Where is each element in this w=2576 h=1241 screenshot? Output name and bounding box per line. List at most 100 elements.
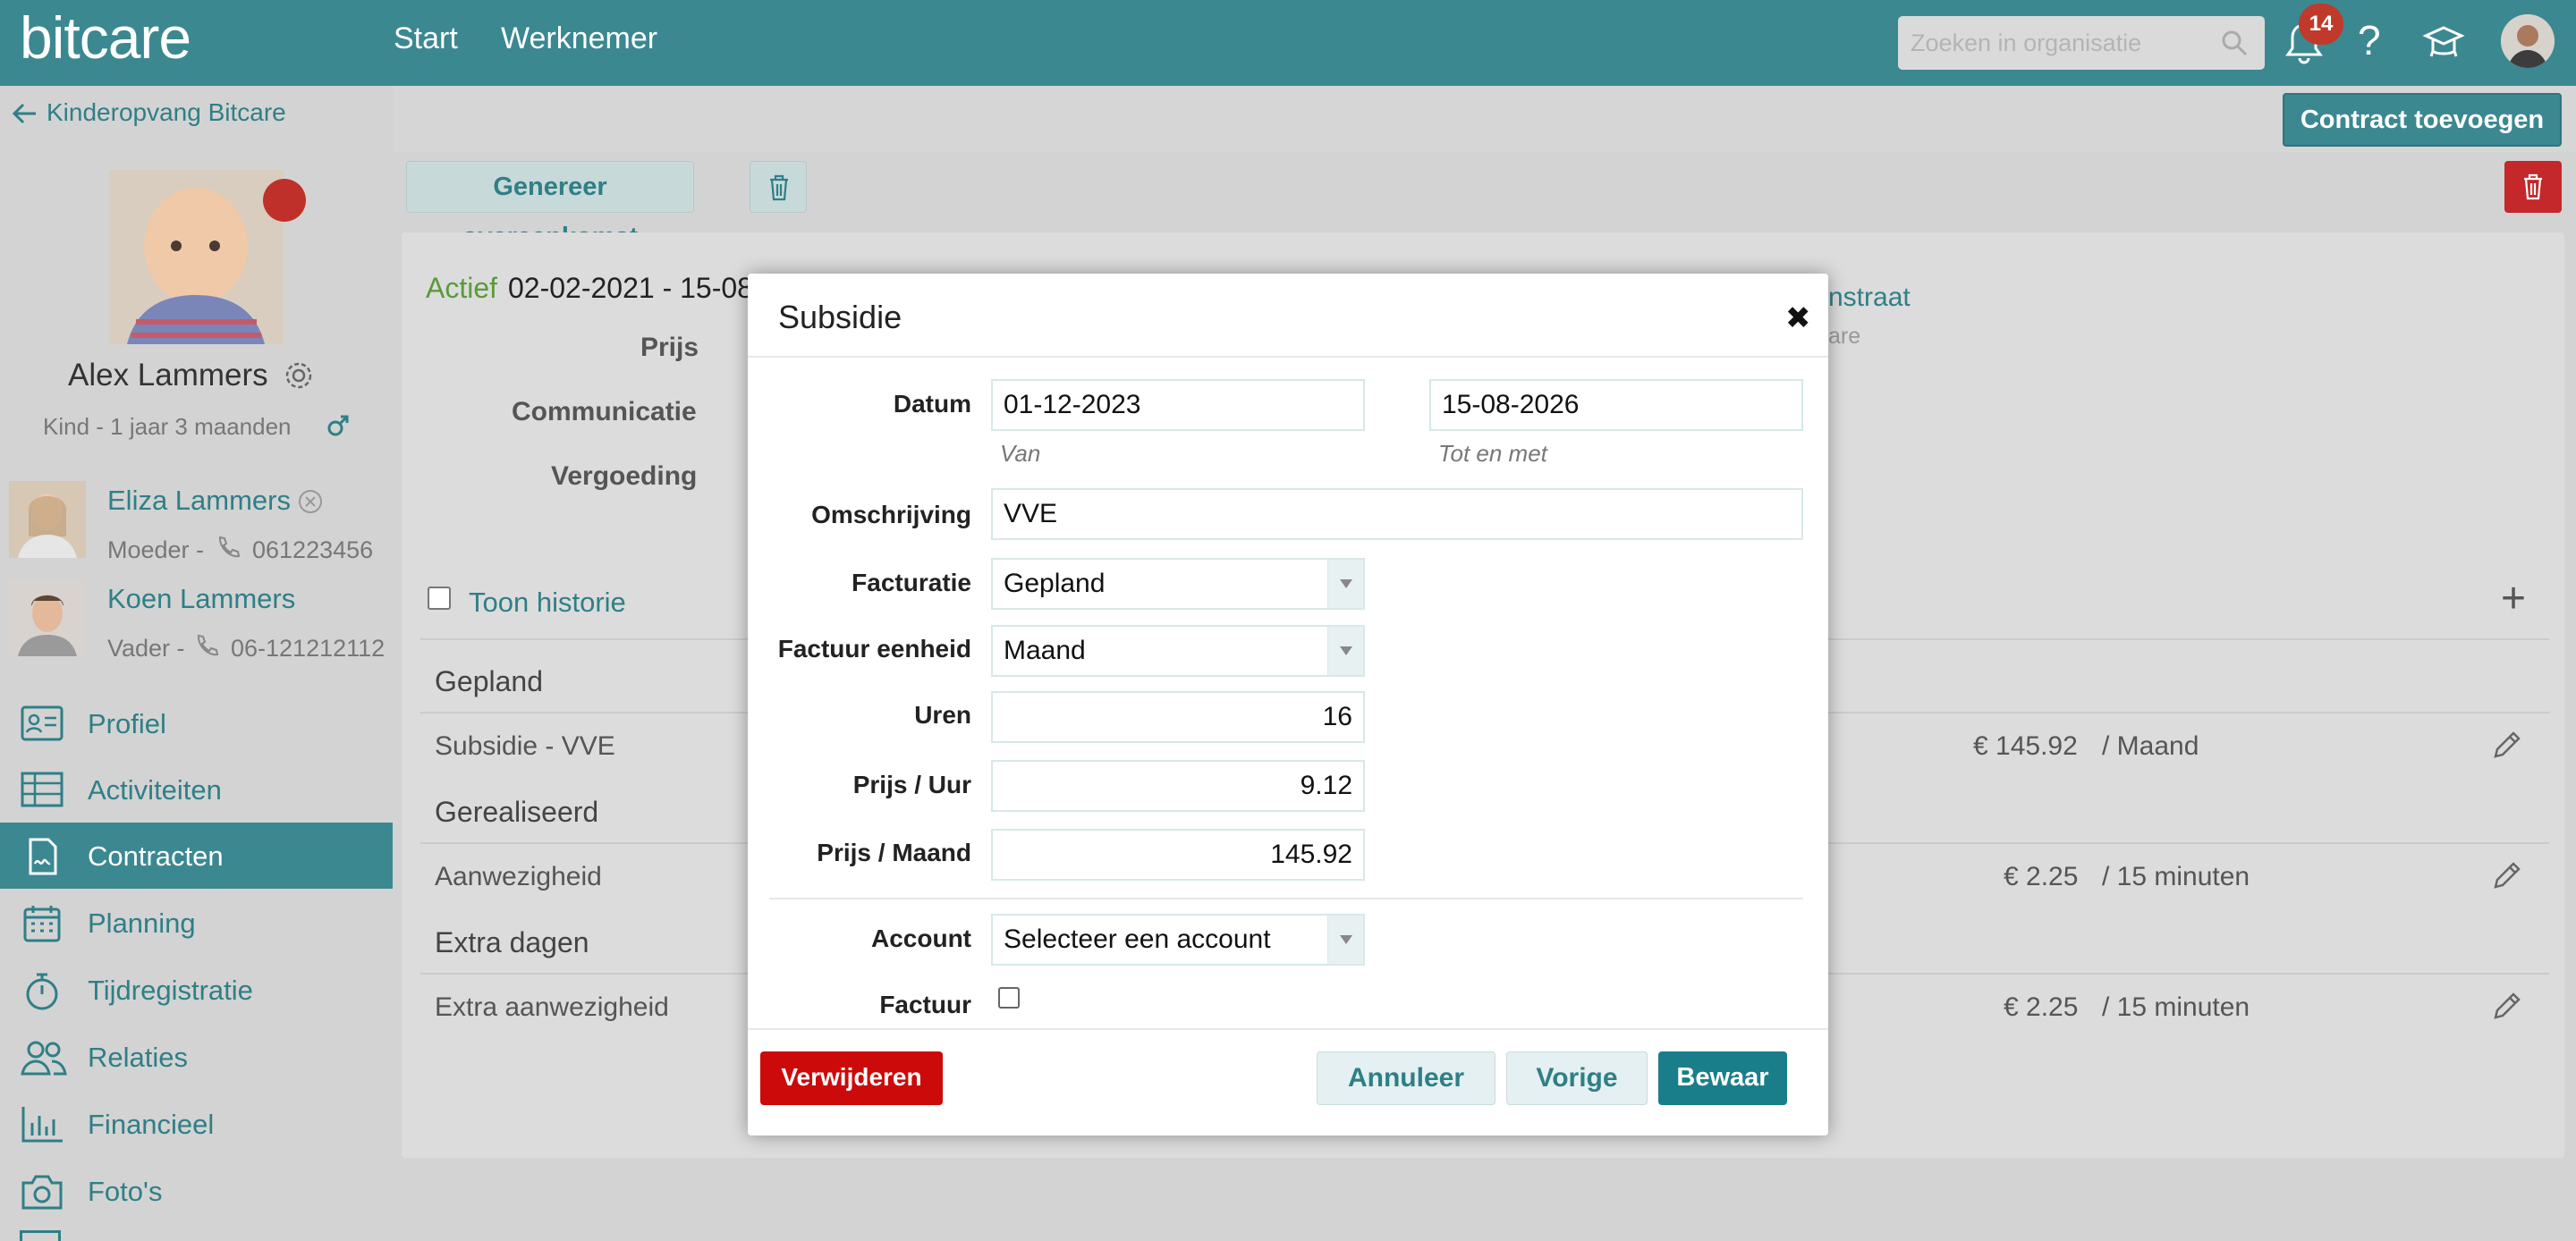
status-indicator [263,179,306,222]
remove-circle-icon[interactable] [297,488,324,515]
delete-subsidie-button[interactable]: Verwijderen [760,1051,943,1105]
relation-phone-eliza: 061223456 [252,536,374,563]
gear-icon[interactable] [283,359,315,392]
contract-icon [29,838,57,875]
stopwatch-icon [26,973,58,1010]
label-communicatie: Communicatie [512,397,697,426]
chevron-down-icon [1327,916,1363,964]
menu-item-relaties[interactable]: Relaties [0,1024,393,1090]
prijs-maand-label: Prijs / Maand [817,839,971,866]
subsidie-modal: Subsidie ✖ Datum 01-12-2023 15-08-2026 V… [748,274,1828,1135]
search-input[interactable]: Zoeken in organisatie [1898,16,2265,70]
child-subtitle: Kind - 1 jaar 3 maanden [43,413,292,440]
cancel-button[interactable]: Annuleer [1317,1051,1496,1105]
history-label[interactable]: Toon historie [469,587,626,619]
menu-label: Planning [88,908,196,939]
table-icon [21,772,64,807]
factuur-eenheid-label: Factuur eenheid [777,635,971,663]
menu-item-planning[interactable]: Planning [0,890,393,956]
date-from-input[interactable]: 01-12-2023 [991,379,1365,431]
graduation-cap-icon[interactable] [2422,21,2465,64]
section-gerealiseerd: Gerealiseerd [435,796,599,828]
relation-role-eliza: Moeder - [107,536,205,563]
uren-input[interactable]: 16 [991,691,1365,743]
menu-label: Profiel [88,708,166,739]
row-name: Extra aanwezigheid [435,992,669,1022]
menu-label: Activiteiten [88,774,222,806]
relation-name-eliza[interactable]: Eliza Lammers [107,485,291,517]
save-button[interactable]: Bewaar [1658,1051,1787,1105]
add-row-plus-icon[interactable]: + [2501,574,2526,623]
factuur-checkbox[interactable] [998,987,1020,1009]
people-icon [21,1041,67,1076]
menu-item-tijdregistratie[interactable]: Tijdregistratie [0,957,393,1023]
row-unit: / 15 minuten [2102,862,2250,891]
row-unit: / 15 minuten [2102,992,2250,1022]
relation-name-koen[interactable]: Koen Lammers [107,583,295,615]
account-value: Selecteer een account [1004,924,1271,954]
relation-avatar-koen[interactable] [9,579,86,656]
account-select[interactable]: Selecteer een account [991,914,1365,966]
pencil-icon[interactable] [2490,860,2522,892]
calendar-icon [23,906,61,942]
modal-title: Subsidie [778,299,902,335]
generate-agreement-button[interactable]: Genereer overeenkomst [406,161,694,251]
camera-icon [21,1175,63,1210]
male-icon [327,415,349,436]
previous-button[interactable]: Vorige [1506,1051,1648,1105]
arrow-left-icon[interactable] [11,102,38,125]
relation-role-koen: Vader - [107,635,185,662]
row-unit: / Maand [2102,731,2199,761]
row-name: Aanwezigheid [435,862,602,891]
address-sub: are [1828,324,1861,349]
menu-item-fotos[interactable]: Foto's [0,1158,393,1224]
search-icon [2222,30,2248,56]
menu-item-financieel[interactable]: Financieel [0,1091,393,1157]
factuur-eenheid-select[interactable]: Maand [991,625,1365,677]
menu-label: Financieel [88,1109,215,1140]
modal-divider [769,898,1803,899]
delete-contract-button[interactable] [2504,161,2562,213]
profile-card-icon [21,705,64,741]
help-icon[interactable]: ? [2358,16,2381,64]
menu-item-profiel[interactable]: Profiel [0,690,393,756]
history-checkbox[interactable] [428,587,451,610]
prijs-maand-input[interactable]: 145.92 [991,829,1365,881]
relation-avatar-eliza[interactable] [9,481,86,558]
menu-label: Foto's [88,1176,163,1207]
uren-label: Uren [914,701,971,729]
menu-item-contracten[interactable]: Contracten [0,823,393,889]
omschrijving-label: Omschrijving [811,501,971,528]
search-placeholder: Zoeken in organisatie [1911,30,2142,56]
pencil-icon[interactable] [2490,991,2522,1023]
trash-icon [770,174,788,201]
factuur-label: Factuur [879,991,971,1018]
address-link[interactable]: nstraat [1828,283,1911,313]
add-contract-button[interactable]: Contract toevoegen [2283,93,2562,147]
nav-start[interactable]: Start [394,21,458,56]
phone-icon [197,634,218,656]
modal-header-divider [748,356,1828,358]
date-to-hint: Tot en met [1438,440,1547,467]
datum-label: Datum [893,390,971,418]
menu-label: Relaties [88,1042,188,1073]
description-input[interactable]: VVE [991,488,1803,540]
menu-label: Tijdregistratie [88,975,253,1006]
menu-item-activiteiten[interactable]: Activiteiten [0,756,393,823]
section-gepland: Gepland [435,665,543,697]
prijs-uur-label: Prijs / Uur [852,771,971,798]
nav-werknemer[interactable]: Werknemer [501,21,657,56]
prijs-uur-input[interactable]: 9.12 [991,760,1365,812]
close-icon[interactable]: ✖ [1785,300,1811,336]
child-name: Alex Lammers [68,358,268,393]
back-link[interactable]: Kinderopvang Bitcare [47,98,286,127]
bitcare-logo[interactable]: bitcare [20,4,191,72]
delete-button[interactable] [750,161,807,213]
user-avatar[interactable] [2501,14,2555,68]
row-price: € 145.92 [1973,731,2078,761]
pencil-icon[interactable] [2490,730,2522,762]
facturatie-select[interactable]: Gepland [991,558,1365,610]
chevron-down-icon [1327,560,1363,608]
contract-status: Actief [426,272,498,304]
date-to-input[interactable]: 15-08-2026 [1429,379,1803,431]
